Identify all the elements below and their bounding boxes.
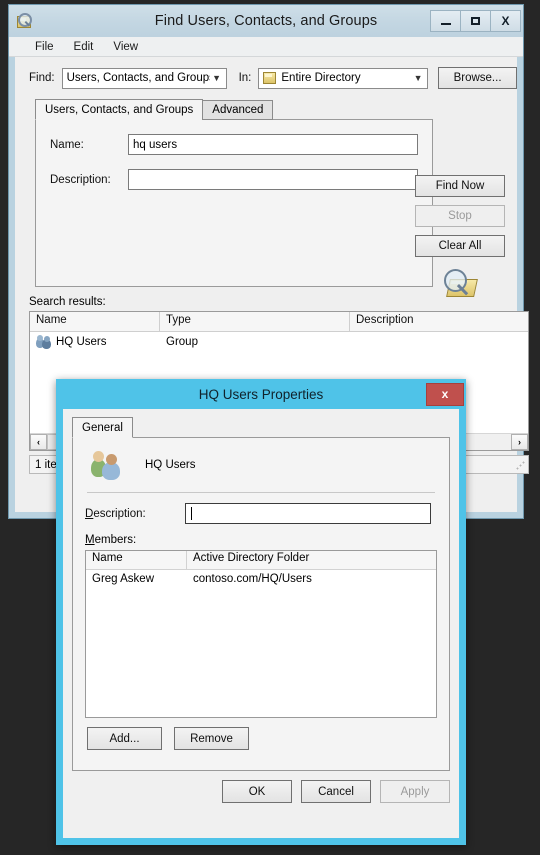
table-row[interactable]: HQ Users Group [30, 332, 528, 352]
results-col-type[interactable]: Type [160, 312, 350, 331]
search-tab-panel: Name: hq users Description: [35, 119, 433, 287]
results-cell-name: HQ Users [30, 335, 160, 349]
members-col-name[interactable]: Name [86, 551, 187, 569]
group-header: HQ Users [85, 438, 437, 492]
results-col-description[interactable]: Description [350, 312, 528, 331]
description-row: Description: [50, 169, 432, 190]
dialog-description-label: Description: [85, 507, 146, 520]
name-input[interactable]: hq users [128, 134, 418, 155]
resize-grip-icon[interactable] [516, 461, 526, 471]
in-label: In: [238, 72, 252, 84]
members-label: Members: [85, 534, 137, 546]
find-directory-icon [15, 12, 33, 30]
dialog-body: General HQ Users Description: Members: N… [63, 409, 459, 838]
description-input[interactable] [128, 169, 418, 190]
find-label: Find: [29, 72, 55, 84]
menu-item-file[interactable]: File [25, 38, 64, 56]
members-col-folder[interactable]: Active Directory Folder [187, 551, 425, 569]
dialog-footer: OK Cancel Apply [72, 780, 450, 803]
dialog-close-button[interactable]: x [426, 382, 464, 406]
results-header-row: Name Type Description [30, 312, 528, 332]
scroll-left-icon[interactable]: ‹ [30, 434, 47, 450]
divider [87, 492, 435, 493]
menubar: File Edit View [9, 37, 523, 57]
description-label: Description: [50, 173, 111, 186]
dialog-title: HQ Users Properties [198, 386, 324, 402]
search-tabstrip: Users, Contacts, and Groups Advanced [35, 99, 517, 120]
results-cell-type: Group [166, 336, 198, 348]
close-icon: X [501, 14, 510, 28]
scroll-right-icon[interactable]: › [511, 434, 528, 450]
directory-folder-icon [263, 72, 277, 84]
member-cell-folder: contoso.com/HQ/Users [193, 573, 312, 585]
find-row: Find: Users, Contacts, and Groups ▼ In: … [15, 57, 517, 89]
results-col-name[interactable]: Name [30, 312, 160, 331]
search-action-buttons: Find Now Stop Clear All [415, 175, 505, 301]
add-button[interactable]: Add... [87, 727, 162, 750]
members-listview[interactable]: Name Active Directory Folder Greg Askew … [85, 550, 437, 718]
chevron-down-icon: ▼ [212, 73, 222, 83]
add-button-label: Add... [109, 732, 140, 745]
find-now-button[interactable]: Find Now [415, 175, 505, 197]
member-cell-name: Greg Askew [92, 573, 154, 585]
find-type-value: Users, Contacts, and Groups [66, 72, 210, 84]
magnifier-folder-icon [440, 267, 480, 301]
browse-button[interactable]: Browse... [438, 67, 517, 89]
results-name-text: HQ Users [56, 336, 107, 348]
text-caret [191, 507, 192, 520]
group-large-icon [91, 450, 125, 480]
tab-advanced[interactable]: Advanced [202, 100, 274, 120]
in-scope-combo[interactable]: Entire Directory ▼ [258, 67, 429, 89]
member-actions: Add... Remove [85, 727, 437, 750]
stop-button: Stop [415, 205, 505, 227]
menu-item-edit[interactable]: Edit [64, 38, 104, 56]
tab-general[interactable]: General [72, 417, 133, 438]
ok-button[interactable]: OK [222, 780, 292, 803]
remove-button-label: Remove [190, 732, 233, 745]
dialog-description-row: Description: [85, 503, 437, 524]
cancel-button[interactable]: Cancel [301, 780, 371, 803]
dialog-titlebar[interactable]: HQ Users Properties x [56, 379, 466, 409]
group-icon [36, 335, 52, 349]
minimize-button[interactable] [430, 10, 461, 32]
hq-users-properties-dialog: HQ Users Properties x General HQ Users D… [56, 379, 466, 845]
name-row: Name: hq users [50, 134, 432, 155]
clear-all-button[interactable]: Clear All [415, 235, 505, 257]
apply-button: Apply [380, 780, 450, 803]
general-tab-panel: HQ Users Description: Members: Name Acti… [72, 437, 450, 771]
remove-button[interactable]: Remove [174, 727, 249, 750]
in-scope-value: Entire Directory [281, 72, 361, 84]
window-titlebar[interactable]: Find Users, Contacts, and Groups X [9, 5, 523, 37]
maximize-button[interactable] [460, 10, 491, 32]
close-icon: x [441, 387, 449, 401]
chevron-down-icon: ▼ [413, 73, 423, 83]
list-item[interactable]: Greg Askew contoso.com/HQ/Users [86, 570, 436, 588]
dialog-tabstrip: General [72, 417, 450, 438]
group-name-text: HQ Users [145, 459, 196, 471]
window-controls: X [430, 10, 521, 32]
menu-item-view[interactable]: View [103, 38, 148, 56]
close-button[interactable]: X [490, 10, 521, 32]
dialog-description-input[interactable] [185, 503, 431, 524]
members-header-row: Name Active Directory Folder [86, 551, 436, 570]
find-type-combo[interactable]: Users, Contacts, and Groups ▼ [61, 67, 227, 89]
tab-users-contacts-groups[interactable]: Users, Contacts, and Groups [35, 99, 204, 120]
name-label: Name: [50, 138, 84, 151]
